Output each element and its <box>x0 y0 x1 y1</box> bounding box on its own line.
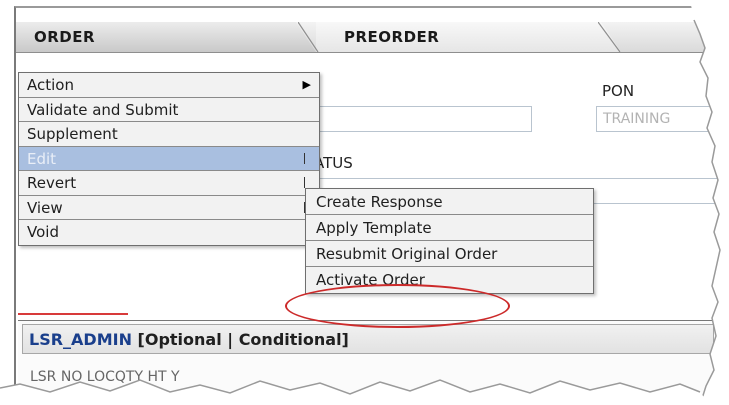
tab-divider <box>298 22 319 52</box>
panel-title-qualifier: [Optional | Conditional] <box>131 330 349 349</box>
tab-order[interactable]: ORDER <box>16 22 316 52</box>
menu-item-action[interactable]: Action ▶ <box>19 73 319 98</box>
red-accent-line <box>18 313 128 315</box>
menu-item-label: Action <box>27 76 74 94</box>
edit-submenu: Create Response Apply Template Resubmit … <box>305 188 594 294</box>
menu-item-label: Edit <box>27 149 57 168</box>
lsr-admin-panel: LSR_ADMIN [Optional | Conditional] LSR N… <box>18 320 718 398</box>
submenu-item-apply-template[interactable]: Apply Template <box>306 215 593 241</box>
submenu-indicator-icon <box>304 152 305 164</box>
panel-title: LSR_ADMIN <box>29 330 132 349</box>
menu-item-revert[interactable]: Revert <box>19 171 319 196</box>
menu-item-edit[interactable]: Edit <box>19 146 319 171</box>
submenu-item-create-response[interactable]: Create Response <box>306 189 593 215</box>
submenu-arrow-icon: ▶ <box>302 78 311 91</box>
application-window: ORDER PREORDER T PON TRAINING TATUS Acti… <box>14 6 729 398</box>
panel-field-labels: LSR NO LOCQTY HT Y <box>30 369 180 385</box>
menu-item-supplement[interactable]: Supplement <box>19 122 319 147</box>
tab-bar: ORDER PREORDER <box>16 22 729 53</box>
menu-item-label: View <box>27 198 63 217</box>
pon-input[interactable]: TRAINING <box>596 106 729 132</box>
menu-item-label: Supplement <box>27 125 118 143</box>
tab-preorder[interactable]: PREORDER <box>316 22 621 52</box>
menu-item-view[interactable]: View <box>19 196 319 220</box>
menu-item-label: Revert <box>27 174 77 192</box>
field-label-pon: PON <box>602 82 635 100</box>
order-menu: Action ▶ Validate and Submit Supplement … <box>18 72 320 246</box>
menu-item-label: Void <box>27 223 59 241</box>
menu-item-label: Validate and Submit <box>27 100 179 119</box>
panel-header[interactable]: LSR_ADMIN [Optional | Conditional] <box>22 324 714 354</box>
highlight-circle <box>285 284 510 328</box>
tab-divider <box>598 22 621 52</box>
menu-item-validate-submit[interactable]: Validate and Submit <box>19 98 319 122</box>
submenu-item-resubmit-original-order[interactable]: Resubmit Original Order <box>306 241 593 267</box>
submenu-indicator-icon <box>304 177 305 188</box>
menu-item-void[interactable]: Void <box>19 220 319 245</box>
field-input[interactable] <box>312 106 532 132</box>
